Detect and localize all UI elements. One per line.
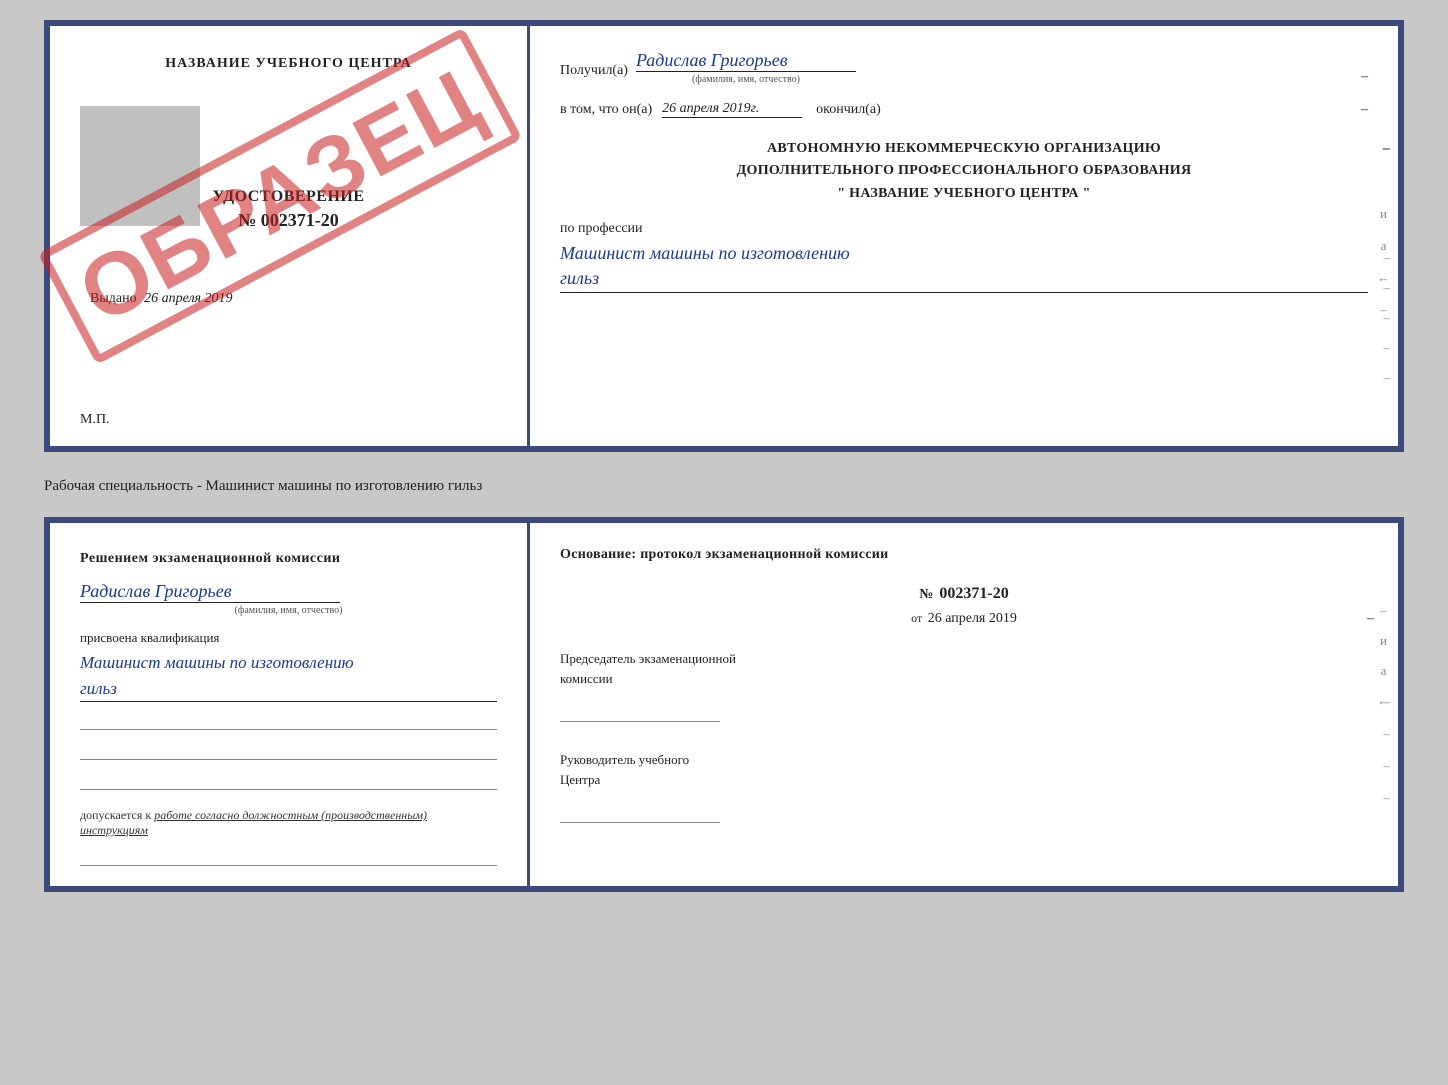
- bottom-dashes: – – – – –: [1384, 250, 1391, 386]
- rdash1: –: [1367, 611, 1374, 627]
- predsedatel-podpis: [560, 704, 720, 722]
- bdash6: –: [1384, 280, 1391, 296]
- received-name: Радислав Григорьев: [636, 50, 856, 72]
- predsedatel-block: Председатель экзаменационной комиссии: [560, 649, 1368, 722]
- bdash9: –: [1384, 370, 1391, 386]
- rukovoditel-line1: Руководитель учебного: [560, 750, 1368, 770]
- protocol-date-block: от 26 апреля 2019 –: [560, 611, 1368, 627]
- protocol-date: 26 апреля 2019: [928, 611, 1017, 626]
- okoncil-label: окончил(а): [816, 102, 881, 118]
- rukovoditel-line2: Центра: [560, 770, 1368, 790]
- vtom-label: в том, что он(а): [560, 102, 652, 118]
- org-block: АВТОНОМНУЮ НЕКОММЕРЧЕСКУЮ ОРГАНИЗАЦИЮ ДО…: [560, 138, 1368, 205]
- no-prefix: №: [919, 587, 933, 602]
- org-line1: АВТОНОМНУЮ НЕКОММЕРЧЕСКУЮ ОРГАНИЗАЦИЮ: [560, 138, 1368, 160]
- bdash7: –: [1384, 310, 1391, 326]
- profession-name: Машинист машины по изготовлению гильз: [560, 241, 1368, 292]
- decision-title: Решением экзаменационной комиссии: [80, 551, 497, 567]
- predsedatel-line1: Председатель экзаменационной: [560, 649, 1368, 669]
- rdash2: –: [1380, 603, 1387, 619]
- top-left-title: НАЗВАНИЕ УЧЕБНОГО ЦЕНТРА: [165, 56, 411, 72]
- rdash6: –: [1384, 758, 1391, 774]
- vudano-line: Выдано 26 апреля 2019: [80, 291, 497, 307]
- protocol-num-block: № 002371-20: [560, 585, 1368, 603]
- bottom-left-panel: Решением экзаменационной комиссии Радисл…: [50, 523, 530, 886]
- rdash4: –: [1384, 694, 1391, 710]
- right-bottom-dashes: – – – –: [1384, 694, 1391, 806]
- prisvoena-line: присвоена квалификация: [80, 630, 497, 646]
- received-label: Получил(а): [560, 63, 628, 79]
- dash2: –: [1361, 102, 1368, 118]
- vudano-label: Выдано: [90, 291, 137, 306]
- rdash5: –: [1384, 726, 1391, 742]
- dopuskaetsya-prefix: допускается к: [80, 808, 151, 822]
- blank-line-bottom: [80, 848, 497, 866]
- ot-prefix: от: [911, 611, 922, 625]
- top-right-panel: Получил(а) Радислав Григорьев (фамилия, …: [530, 26, 1398, 446]
- predsedatel-line2: комиссии: [560, 669, 1368, 689]
- top-document: НАЗВАНИЕ УЧЕБНОГО ЦЕНТРА ОБРАЗЕЦ УДОСТОВ…: [44, 20, 1404, 452]
- qualification-text: Машинист машины по изготовлению гильз: [80, 650, 497, 702]
- rside-and: и: [1380, 633, 1387, 649]
- dash3: –: [1383, 138, 1390, 160]
- rukovoditel-block: Руководитель учебного Центра: [560, 750, 1368, 823]
- top-left-panel: НАЗВАНИЕ УЧЕБНОГО ЦЕНТРА ОБРАЗЕЦ УДОСТОВ…: [50, 26, 530, 446]
- blank-lines: [80, 712, 497, 790]
- mp-label: М.П.: [80, 412, 110, 428]
- protocol-num: 002371-20: [939, 585, 1008, 602]
- vtom-date: 26 апреля 2019г.: [662, 101, 802, 118]
- rukovoditel-podpis: [560, 805, 720, 823]
- bottom-right-panel: Основание: протокол экзаменационной коми…: [530, 523, 1398, 886]
- caption-line: Рабочая специальность - Машинист машины …: [44, 470, 1404, 499]
- po-professii-block: по профессии Машинист машины по изготовл…: [560, 221, 1368, 292]
- dash1: –: [1361, 69, 1368, 85]
- po-professii-label: по профессии: [560, 221, 1368, 237]
- rdash7: –: [1384, 790, 1391, 806]
- blank-line-2: [80, 742, 497, 760]
- fio-label: (фамилия, имя, отчество): [636, 74, 856, 85]
- rside-a: а: [1381, 663, 1387, 679]
- bdash5: –: [1384, 250, 1391, 266]
- dopuskaetsya-block: допускается к работе согласно должностны…: [80, 808, 497, 838]
- org-line3: " НАЗВАНИЕ УЧЕБНОГО ЦЕНТРА ": [560, 183, 1368, 205]
- side-and: и: [1380, 206, 1387, 222]
- udostoverenie-block: УДОСТОВЕРЕНИЕ № 002371-20: [212, 188, 364, 231]
- vudano-date: 26 апреля 2019: [144, 291, 232, 306]
- bottom-document: Решением экзаменационной комиссии Радисл…: [44, 517, 1404, 892]
- blank-line-1: [80, 712, 497, 730]
- photo-placeholder: [80, 106, 200, 226]
- blank-line-3: [80, 772, 497, 790]
- decision-fio-label: (фамилия, имя, отчество): [80, 605, 497, 616]
- vtom-line: в том, что он(а) 26 апреля 2019г. окончи…: [560, 101, 1368, 118]
- osnovaniye-title: Основание: протокол экзаменационной коми…: [560, 547, 1368, 563]
- decision-name: Радислав Григорьев: [80, 581, 340, 603]
- org-line2: ДОПОЛНИТЕЛЬНОГО ПРОФЕССИОНАЛЬНОГО ОБРАЗО…: [560, 160, 1368, 182]
- udostoverenie-num: № 002371-20: [212, 210, 364, 231]
- bdash8: –: [1384, 340, 1391, 356]
- udostoverenie-title: УДОСТОВЕРЕНИЕ: [212, 188, 364, 206]
